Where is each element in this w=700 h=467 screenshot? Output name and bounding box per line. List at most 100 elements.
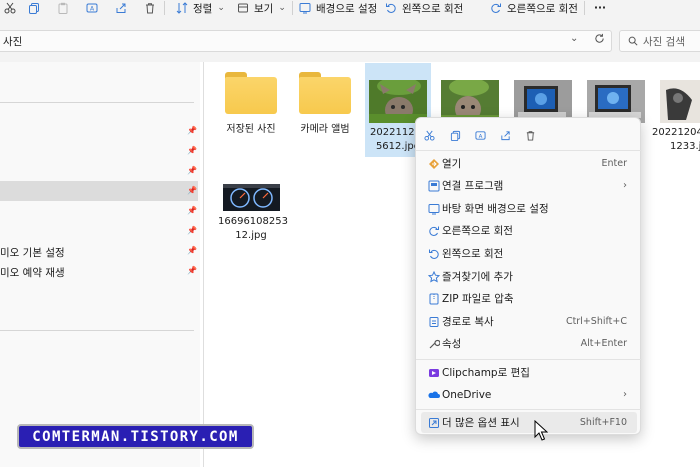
file-name: 저장된 사진	[226, 124, 276, 135]
cut-icon[interactable]	[2, 0, 18, 16]
nav-divider	[0, 330, 194, 331]
pin-icon: 📌	[187, 206, 197, 215]
search-input[interactable]: 사진 검색	[619, 30, 700, 52]
image-thumbnail[interactable]	[223, 184, 280, 211]
address-path: 사진	[3, 35, 23, 48]
address-bar[interactable]: 사진	[0, 30, 612, 52]
rotate-right-icon	[491, 3, 501, 13]
file-name: 카메라 앨범	[300, 124, 350, 135]
rotate-left-label: 왼쪽으로 회전	[402, 2, 464, 15]
more-options-icon	[427, 416, 440, 429]
menu-item-zip[interactable]: ZIP 파일로 압축	[421, 288, 637, 309]
menu-item-open[interactable]: 열기 Enter	[421, 153, 637, 174]
rename-icon[interactable]: A	[471, 126, 489, 144]
menu-separator	[416, 359, 642, 360]
menu-separator	[416, 409, 642, 410]
pin-icon: 📌	[187, 166, 197, 175]
nav-item-label[interactable]: 미오 예약 재생	[0, 265, 65, 280]
context-menu: A 열기 Enter 연결 프로그램 › 바탕 화면 배경으로 설정 오른쪽으로…	[415, 117, 642, 435]
pin-icon: 📌	[187, 146, 197, 155]
wrench-icon	[427, 337, 440, 350]
sort-label: 정렬	[193, 2, 213, 15]
rotate-right-button[interactable]: 오른쪽으로 회전	[490, 0, 578, 16]
menu-item-add-favorites[interactable]: 즐겨찾기에 추가	[421, 266, 637, 287]
toolbar-divider	[164, 1, 165, 15]
share-icon[interactable]	[496, 126, 514, 144]
image-thumbnail[interactable]	[660, 80, 700, 123]
rotate-left-button[interactable]: 왼쪽으로 회전	[385, 0, 463, 16]
sort-button[interactable]: 정렬 ⌄	[176, 0, 225, 16]
chevron-right-icon: ›	[623, 389, 627, 400]
rotate-left-icon	[386, 3, 396, 13]
mouse-cursor-icon	[534, 420, 548, 441]
clipchamp-icon	[427, 366, 440, 379]
menu-separator	[416, 150, 642, 151]
folder-icon	[225, 72, 277, 114]
menu-item-open-with[interactable]: 연결 프로그램 ›	[421, 175, 637, 196]
zip-icon	[427, 292, 440, 305]
chevron-down-icon: ⌄	[278, 3, 286, 13]
view-button[interactable]: 보기 ⌄	[237, 0, 286, 16]
address-row: 사진 ⌄ 사진 검색	[0, 20, 700, 62]
toolbar-divider	[584, 1, 585, 15]
open-with-icon	[427, 179, 440, 192]
pane-splitter[interactable]	[203, 62, 204, 467]
share-icon[interactable]	[113, 0, 129, 16]
menu-item-more-options[interactable]: 더 많은 옵션 표시 Shift+F10	[421, 412, 637, 433]
svg-text:A: A	[478, 133, 482, 139]
menu-item-rotate-left[interactable]: 왼쪽으로 회전	[421, 243, 637, 264]
open-icon	[427, 157, 440, 170]
folder-item[interactable]: 카메라 앨범	[292, 72, 358, 137]
rename-icon[interactable]: A	[84, 0, 100, 16]
menu-item-onedrive[interactable]: OneDrive ›	[421, 384, 637, 405]
view-icon	[238, 3, 248, 13]
folder-icon	[299, 72, 351, 114]
command-bar: A 정렬 ⌄ 보기 ⌄ 배경으로 설정 왼쪽으로 회전 오른쪽으로 회전 ···	[0, 0, 700, 20]
toolbar-divider	[292, 1, 293, 15]
copy-path-icon	[427, 315, 440, 328]
pin-icon: 📌	[187, 246, 197, 255]
file-name: 16696108253 12.jpg	[218, 216, 288, 241]
context-quick-actions: A	[416, 118, 642, 150]
set-background-button[interactable]: 배경으로 설정	[299, 0, 377, 16]
pin-icon: 📌	[187, 266, 197, 275]
background-icon	[427, 202, 440, 215]
copy-icon[interactable]	[446, 126, 464, 144]
pin-icon: 📌	[187, 226, 197, 235]
menu-item-set-background[interactable]: 바탕 화면 배경으로 설정	[421, 198, 637, 219]
set-background-label: 배경으로 설정	[316, 2, 378, 15]
search-icon	[628, 36, 638, 46]
delete-icon[interactable]	[142, 0, 158, 16]
menu-item-properties[interactable]: 속성 Alt+Enter	[421, 333, 637, 354]
nav-divider	[0, 102, 194, 103]
folder-item[interactable]: 저장된 사진	[218, 72, 284, 137]
delete-icon[interactable]	[521, 126, 539, 144]
copy-icon[interactable]	[26, 0, 42, 16]
background-icon	[299, 3, 311, 14]
nav-item-label[interactable]: 미오 기본 설정	[0, 245, 65, 260]
file-name: 20221204 1233.jpg	[652, 127, 700, 152]
chevron-down-icon: ⌄	[217, 3, 225, 13]
rotate-left-icon	[427, 247, 440, 260]
rotate-right-icon	[427, 224, 440, 237]
menu-item-clipchamp[interactable]: Clipchamp로 편집	[421, 362, 637, 383]
cut-icon[interactable]	[420, 126, 438, 144]
onedrive-icon	[427, 388, 440, 401]
menu-item-copy-path[interactable]: 경로로 복사 Ctrl+Shift+C	[421, 311, 637, 332]
more-options-button[interactable]: ···	[594, 0, 606, 16]
sort-icon	[176, 2, 188, 14]
rotate-right-label: 오른쪽으로 회전	[507, 2, 578, 15]
menu-item-rotate-right[interactable]: 오른쪽으로 회전	[421, 220, 637, 241]
svg-text:A: A	[90, 6, 95, 13]
paste-icon[interactable]	[55, 0, 71, 16]
pin-icon: 📌	[187, 126, 197, 135]
search-placeholder: 사진 검색	[643, 35, 685, 48]
star-icon	[427, 270, 440, 283]
chevron-right-icon: ›	[623, 180, 627, 191]
refresh-icon[interactable]	[594, 33, 605, 47]
pin-icon: 📌	[187, 186, 197, 195]
watermark-banner: COMTERMAN.TISTORY.COM	[17, 424, 254, 449]
chevron-down-icon[interactable]: ⌄	[570, 33, 578, 44]
view-label: 보기	[254, 2, 274, 15]
nav-item-selected[interactable]	[0, 181, 198, 201]
